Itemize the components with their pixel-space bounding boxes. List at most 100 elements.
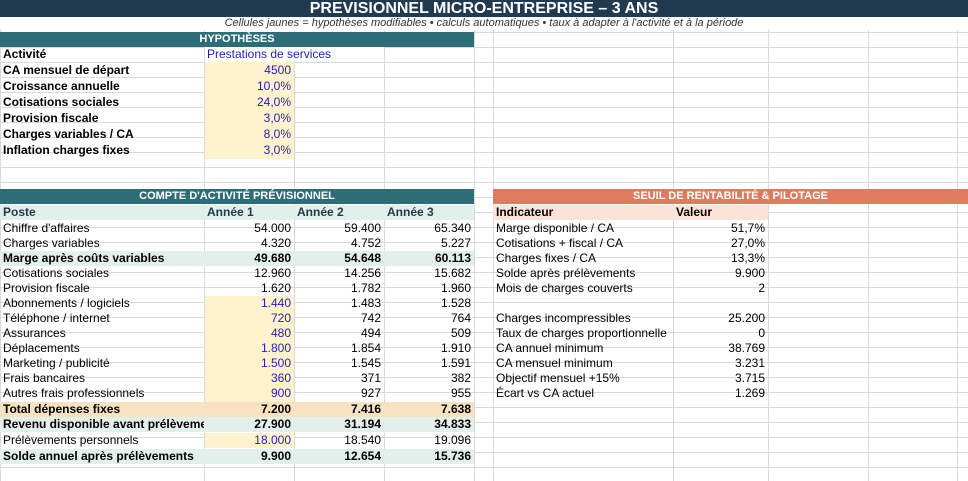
compte-input-cell[interactable]: 900	[204, 386, 294, 401]
compte-cell: 927	[360, 386, 381, 400]
compte-cell: 59.400	[344, 221, 381, 235]
seuil-row-label: Écart vs CA actuel	[496, 386, 595, 400]
hyp-label-activity: Activité	[3, 47, 47, 61]
compte-cell: 7.638	[440, 402, 471, 416]
col-line	[957, 0, 958, 481]
compte-heading: COMPTE D'ACTIVITÉ PRÉVISIONNEL	[0, 189, 474, 204]
compte-row-label: Revenu disponible avant prélèvemei	[3, 417, 204, 431]
compte-cell: 15.682	[434, 266, 471, 280]
hyp-label-ca: CA mensuel de départ	[3, 63, 130, 77]
compte-cell: 1.960	[440, 281, 471, 295]
hyp-input-fiscal[interactable]: 3,0%	[204, 111, 294, 126]
compte-row-label: Frais bancaires	[3, 371, 86, 385]
compte-cell: 9.900	[260, 449, 291, 463]
compte-cell: 371	[360, 371, 381, 385]
seuil-row-label: Objectif mensuel +15%	[496, 371, 620, 385]
compte-col-year1: Année 1	[207, 205, 254, 219]
compte-cell: 1.528	[440, 296, 471, 310]
compte-cell: 1.545	[350, 356, 381, 370]
hyp-input-ca[interactable]: 4500	[204, 63, 294, 78]
seuil-cell: 38.769	[728, 341, 765, 355]
compte-cell: 764	[450, 311, 471, 325]
compte-cell: 60.113	[434, 251, 471, 265]
hyp-input-variables[interactable]: 8,0%	[204, 127, 294, 142]
compte-row-label: Téléphone / internet	[3, 311, 110, 325]
seuil-cell: 51,7%	[730, 221, 765, 235]
seuil-row-label: Taux de charges proportionnelle	[496, 326, 667, 340]
compte-cell: 4.752	[350, 236, 381, 250]
hyp-label-variables: Charges variables / CA	[3, 127, 134, 141]
seuil-col-indicateur: Indicateur	[496, 205, 554, 219]
compte-input-cell[interactable]: 1.800	[204, 341, 294, 356]
compte-cell: 15.736	[434, 449, 471, 463]
hypotheses-heading: HYPOTHÈSES	[0, 32, 474, 47]
col-line	[768, 0, 769, 481]
compte-cell: 7.200	[260, 402, 291, 416]
compte-cell: 19.096	[434, 433, 471, 447]
page-subtitle: Cellules jaunes = hypothèses modifiables…	[0, 17, 968, 30]
col-line	[868, 0, 869, 481]
hyp-input-inflation[interactable]: 3,0%	[204, 143, 294, 158]
hyp-label-inflation: Inflation charges fixes	[3, 143, 130, 157]
compte-input-cell[interactable]: 1.500	[204, 356, 294, 371]
compte-input-cell[interactable]: 1.440	[204, 296, 294, 311]
compte-col-poste: Poste	[3, 205, 36, 219]
compte-col-year2: Année 2	[297, 205, 344, 219]
spreadsheet-grid: PREVISIONNEL MICRO-ENTREPRISE – 3 ANS Ce…	[0, 0, 968, 481]
seuil-col-valeur: Valeur	[676, 205, 713, 219]
compte-row-label: Chiffre d'affaires	[3, 221, 90, 235]
col-line	[474, 0, 475, 481]
compte-cell: 49.680	[254, 251, 291, 265]
seuil-row-label: Charges incompressibles	[496, 311, 631, 325]
hyp-input-cotisations[interactable]: 24,0%	[204, 95, 294, 110]
compte-input-cell[interactable]: 360	[204, 371, 294, 386]
compte-cell: 509	[450, 326, 471, 340]
compte-cell: 1.854	[350, 341, 381, 355]
compte-cell: 18.540	[344, 433, 381, 447]
seuil-cell: 27,0%	[730, 236, 765, 250]
hyp-input-activity[interactable]: Prestations de services	[204, 47, 384, 62]
compte-input-cell[interactable]: 18.000	[204, 433, 294, 448]
compte-cell: 4.320	[260, 236, 291, 250]
hyp-label-fiscal: Provision fiscale	[3, 111, 99, 125]
seuil-cell: 3.231	[734, 356, 765, 370]
hyp-label-croissance: Croissance annuelle	[3, 79, 120, 93]
compte-row-label: Abonnements / logiciels	[3, 296, 130, 310]
compte-row-label: Marketing / publicité	[3, 356, 110, 370]
seuil-row-label: Mois de charges couverts	[496, 281, 633, 295]
compte-input-cell[interactable]: 720	[204, 311, 294, 326]
compte-cell: 12.654	[344, 449, 381, 463]
compte-row-label: Charges variables	[3, 236, 100, 250]
compte-row-label: Marge après coûts variables	[3, 251, 165, 265]
seuil-cell: 25.200	[728, 311, 765, 325]
compte-row-label: Solde annuel après prélèvements	[3, 449, 194, 463]
seuil-cell: 1.269	[734, 386, 765, 400]
compte-cell: 955	[450, 386, 471, 400]
seuil-row-label: CA mensuel minimum	[496, 356, 613, 370]
compte-cell: 1.782	[350, 281, 381, 295]
seuil-cell: 0	[758, 326, 765, 340]
seuil-row-label: Solde après prélèvements	[496, 266, 636, 280]
compte-cell: 494	[360, 326, 381, 340]
seuil-row-label: Charges fixes / CA	[496, 251, 597, 265]
seuil-cell: 13,3%	[730, 251, 765, 265]
compte-cell: 14.256	[344, 266, 381, 280]
seuil-cell: 2	[758, 281, 765, 295]
compte-row-label: Total dépenses fixes	[3, 402, 121, 416]
compte-cell: 5.227	[440, 236, 471, 250]
compte-cell: 7.416	[350, 402, 381, 416]
seuil-heading: SEUIL DE RENTABILITÉ & PILOTAGE	[493, 189, 968, 204]
compte-cell: 54.000	[254, 221, 291, 235]
compte-cell: 742	[360, 311, 381, 325]
compte-cell: 12.960	[254, 266, 291, 280]
compte-row-label: Provision fiscale	[3, 281, 90, 295]
hyp-input-croissance[interactable]: 10,0%	[204, 79, 294, 94]
compte-cell: 31.194	[344, 417, 381, 431]
compte-cell: 382	[450, 371, 471, 385]
compte-input-cell[interactable]: 480	[204, 326, 294, 341]
compte-cell: 1.620	[260, 281, 291, 295]
compte-cell: 1.483	[350, 296, 381, 310]
compte-cell: 65.340	[434, 221, 471, 235]
compte-row-label: Assurances	[3, 326, 66, 340]
compte-cell: 27.900	[254, 417, 291, 431]
